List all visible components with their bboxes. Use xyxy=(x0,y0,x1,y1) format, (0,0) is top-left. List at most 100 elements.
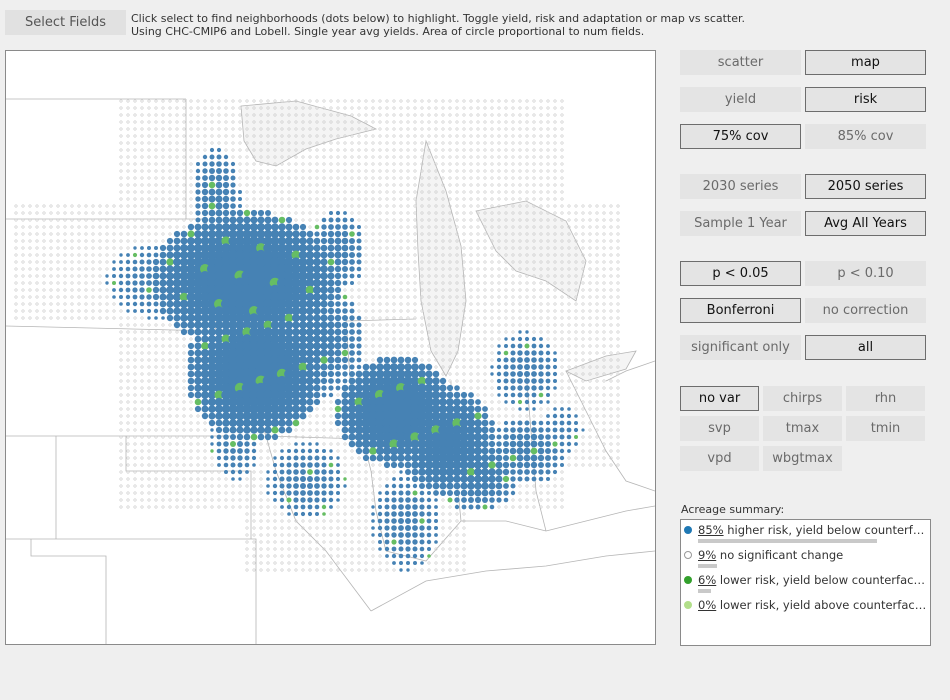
no-change-dot[interactable] xyxy=(175,176,179,180)
higher-risk-dot[interactable] xyxy=(216,455,222,461)
higher-risk-dot[interactable] xyxy=(334,328,342,336)
no-change-dot[interactable] xyxy=(49,211,53,215)
no-change-dot[interactable] xyxy=(308,148,312,152)
no-change-dot[interactable] xyxy=(140,421,144,425)
no-change-dot[interactable] xyxy=(252,183,256,187)
no-change-dot[interactable] xyxy=(175,134,179,138)
higher-risk-dot[interactable] xyxy=(266,491,270,495)
no-change-dot[interactable] xyxy=(119,407,123,411)
no-change-dot[interactable] xyxy=(511,274,515,278)
higher-risk-dot[interactable] xyxy=(300,469,306,475)
no-change-dot[interactable] xyxy=(602,330,606,334)
no-change-dot[interactable] xyxy=(182,211,186,215)
no-change-dot[interactable] xyxy=(147,449,151,453)
higher-risk-dot[interactable] xyxy=(334,363,342,371)
higher-risk-dot[interactable] xyxy=(391,483,397,489)
no-change-dot[interactable] xyxy=(357,99,361,103)
no-change-dot[interactable] xyxy=(385,337,389,341)
no-change-dot[interactable] xyxy=(378,211,382,215)
no-change-dot[interactable] xyxy=(21,267,25,271)
no-change-dot[interactable] xyxy=(525,498,529,502)
no-change-dot[interactable] xyxy=(364,498,368,502)
no-change-dot[interactable] xyxy=(322,526,326,530)
no-change-dot[interactable] xyxy=(168,323,172,327)
higher-risk-dot[interactable] xyxy=(426,497,432,503)
higher-risk-dot[interactable] xyxy=(546,344,550,348)
no-change-dot[interactable] xyxy=(385,204,389,208)
no-change-dot[interactable] xyxy=(448,106,452,110)
no-change-dot[interactable] xyxy=(546,484,550,488)
no-change-dot[interactable] xyxy=(259,533,263,537)
no-change-dot[interactable] xyxy=(567,323,571,327)
no-change-dot[interactable] xyxy=(35,274,39,278)
no-change-dot[interactable] xyxy=(490,386,494,390)
no-change-dot[interactable] xyxy=(140,316,144,320)
no-change-dot[interactable] xyxy=(343,148,347,152)
no-change-dot[interactable] xyxy=(238,127,242,131)
no-change-dot[interactable] xyxy=(140,505,144,509)
higher-risk-dot[interactable] xyxy=(341,433,349,441)
no-change-dot[interactable] xyxy=(602,414,606,418)
no-change-dot[interactable] xyxy=(126,400,130,404)
no-change-dot[interactable] xyxy=(588,407,592,411)
no-change-dot[interactable] xyxy=(329,568,333,572)
higher-risk-dot[interactable] xyxy=(343,484,347,488)
higher-risk-dot[interactable] xyxy=(306,370,314,378)
no-change-dot[interactable] xyxy=(329,162,333,166)
higher-risk-dot[interactable] xyxy=(497,344,501,348)
higher-risk-dot[interactable] xyxy=(398,504,404,510)
no-change-dot[interactable] xyxy=(532,316,536,320)
no-change-dot[interactable] xyxy=(245,561,249,565)
higher-risk-dot[interactable] xyxy=(369,454,377,462)
no-change-dot[interactable] xyxy=(133,232,137,236)
no-change-dot[interactable] xyxy=(434,561,438,565)
higher-risk-dot[interactable] xyxy=(481,475,489,483)
no-change-dot[interactable] xyxy=(539,176,543,180)
higher-risk-dot[interactable] xyxy=(306,230,314,238)
no-change-dot[interactable] xyxy=(483,204,487,208)
no-change-dot[interactable] xyxy=(560,127,564,131)
no-change-dot[interactable] xyxy=(497,281,501,285)
no-change-dot[interactable] xyxy=(588,393,592,397)
no-change-dot[interactable] xyxy=(189,120,193,124)
no-change-dot[interactable] xyxy=(161,232,165,236)
higher-risk-dot[interactable] xyxy=(439,482,447,490)
no-change-dot[interactable] xyxy=(98,204,102,208)
higher-risk-dot[interactable] xyxy=(159,272,167,280)
no-change-dot[interactable] xyxy=(448,540,452,544)
higher-risk-dot[interactable] xyxy=(425,482,433,490)
no-change-dot[interactable] xyxy=(560,491,564,495)
no-change-dot[interactable] xyxy=(518,134,522,138)
no-change-dot[interactable] xyxy=(84,204,88,208)
no-change-dot[interactable] xyxy=(133,148,137,152)
no-change-dot[interactable] xyxy=(273,505,277,509)
no-change-dot[interactable] xyxy=(448,169,452,173)
higher-risk-dot[interactable] xyxy=(159,307,167,315)
no-change-dot[interactable] xyxy=(140,456,144,460)
no-change-dot[interactable] xyxy=(483,274,487,278)
higher-risk-dot[interactable] xyxy=(356,245,362,251)
no-change-dot[interactable] xyxy=(371,162,375,166)
no-change-dot[interactable] xyxy=(175,183,179,187)
no-change-dot[interactable] xyxy=(413,106,417,110)
no-change-dot[interactable] xyxy=(448,134,452,138)
no-change-dot[interactable] xyxy=(490,155,494,159)
higher-risk-dot[interactable] xyxy=(180,244,188,252)
no-change-dot[interactable] xyxy=(238,99,242,103)
no-change-dot[interactable] xyxy=(70,246,74,250)
higher-risk-dot[interactable] xyxy=(236,209,244,217)
higher-risk-dot[interactable] xyxy=(313,384,321,392)
no-change-dot[interactable] xyxy=(294,547,298,551)
no-change-dot[interactable] xyxy=(462,246,466,250)
no-change-dot[interactable] xyxy=(35,288,39,292)
no-change-dot[interactable] xyxy=(350,540,354,544)
no-change-dot[interactable] xyxy=(329,148,333,152)
no-change-dot[interactable] xyxy=(126,407,130,411)
no-change-dot[interactable] xyxy=(56,239,60,243)
no-change-dot[interactable] xyxy=(154,463,158,467)
higher-risk-dot[interactable] xyxy=(201,209,209,217)
no-change-dot[interactable] xyxy=(413,253,417,257)
higher-risk-dot[interactable] xyxy=(153,252,159,258)
higher-risk-dot[interactable] xyxy=(362,363,370,371)
no-change-dot[interactable] xyxy=(21,211,25,215)
